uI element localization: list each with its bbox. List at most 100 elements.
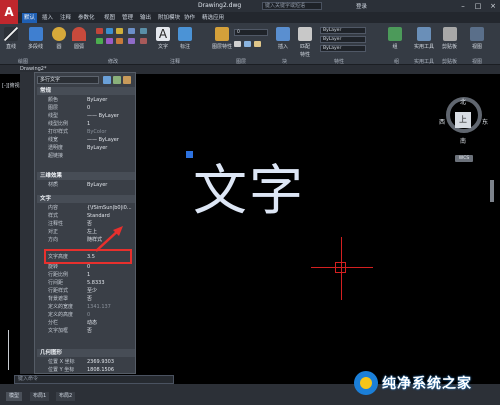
lineweight-dropdown[interactable]: ByLayer bbox=[320, 45, 366, 52]
panel-properties[interactable]: 特性 bbox=[334, 58, 344, 65]
command-input[interactable]: 键入命令 bbox=[14, 375, 174, 384]
prop-row[interactable]: 行距比例 1 bbox=[37, 271, 135, 279]
prop-row[interactable]: 图层 0 bbox=[37, 104, 135, 112]
prop-row[interactable]: 方向 随样式 bbox=[37, 236, 135, 244]
line-button[interactable]: 直线 bbox=[4, 27, 18, 50]
tab-default[interactable]: 默认 bbox=[22, 13, 38, 23]
mirror-icon[interactable] bbox=[106, 38, 113, 44]
panel-block[interactable]: 块 bbox=[282, 58, 287, 65]
tab-addins[interactable]: 附加模块 bbox=[156, 13, 182, 23]
prop-row[interactable]: 注释性 否 bbox=[37, 220, 135, 228]
arc-button[interactable]: 圆弧 bbox=[72, 27, 86, 50]
compass-east[interactable]: 东 bbox=[482, 117, 488, 126]
compass-south[interactable]: 南 bbox=[460, 136, 466, 145]
insert-button[interactable]: 插入 bbox=[276, 27, 290, 50]
tab-view[interactable]: 视图 bbox=[102, 13, 117, 23]
tab-parametric[interactable]: 参数化 bbox=[76, 13, 97, 23]
prop-value[interactable]: 否 bbox=[87, 220, 135, 228]
section-general[interactable]: 常规 bbox=[37, 87, 135, 95]
group-button[interactable]: 组 bbox=[388, 27, 402, 50]
text-grip[interactable] bbox=[186, 151, 193, 158]
prop-row[interactable]: 颜色 ByLayer bbox=[37, 96, 135, 104]
prop-row[interactable]: 定义的宽度 1341.137 bbox=[37, 303, 135, 311]
prop-value[interactable]: 1808.1506 bbox=[87, 366, 135, 374]
scrollbar-thumb[interactable] bbox=[490, 180, 494, 202]
app-menu-button[interactable]: A bbox=[0, 0, 18, 24]
panel-annotation[interactable]: 注释 bbox=[170, 58, 180, 65]
minimize-icon[interactable]: – bbox=[456, 1, 470, 11]
viewcube-top-face[interactable]: 上 bbox=[455, 112, 471, 128]
sign-in-link[interactable]: 登录 bbox=[356, 2, 367, 10]
trim-icon[interactable] bbox=[116, 28, 123, 34]
prop-value[interactable]: 否 bbox=[87, 295, 135, 303]
prop-value[interactable]: 0 bbox=[87, 263, 135, 271]
array-icon[interactable] bbox=[140, 28, 147, 34]
dimension-button[interactable]: 标注 bbox=[178, 27, 192, 50]
prop-row[interactable]: 文字加框 否 bbox=[37, 327, 135, 335]
scale-icon[interactable] bbox=[128, 38, 135, 44]
panel-draw[interactable]: 绘图 bbox=[18, 58, 28, 65]
prop-value[interactable]: {\fSimSun|b0|i0... bbox=[87, 204, 135, 212]
prop-value[interactable]: 否 bbox=[87, 327, 135, 335]
prop-row[interactable]: 线型比例 1 bbox=[37, 120, 135, 128]
prop-value[interactable]: 1 bbox=[87, 120, 135, 128]
prop-row[interactable]: 分栏 动态 bbox=[37, 319, 135, 327]
prop-value[interactable]: Standard bbox=[87, 212, 135, 220]
prop-value[interactable]: 5.8333 bbox=[87, 279, 135, 287]
clipboard-button[interactable]: 剪贴板 bbox=[442, 27, 457, 50]
view-button[interactable]: 视图 bbox=[470, 27, 484, 50]
section-geometry[interactable]: 几何图形 bbox=[37, 349, 135, 357]
layer-lock-icon[interactable] bbox=[254, 41, 261, 47]
prop-value[interactable]: 0 bbox=[87, 311, 135, 319]
quick-select-icon[interactable] bbox=[123, 76, 131, 84]
compass-north[interactable]: 北 bbox=[460, 97, 466, 106]
prop-row[interactable]: 行距样式 至少 bbox=[37, 287, 135, 295]
rotate-icon[interactable] bbox=[106, 28, 113, 34]
panel-modify[interactable]: 修改 bbox=[108, 58, 118, 65]
stretch-icon[interactable] bbox=[128, 28, 135, 34]
prop-row[interactable]: 行间距 5.8333 bbox=[37, 279, 135, 287]
compass-west[interactable]: 西 bbox=[439, 117, 445, 126]
maximize-icon[interactable]: □ bbox=[471, 1, 485, 11]
prop-value[interactable]: 左上 bbox=[87, 228, 135, 236]
color-dropdown[interactable]: ByLayer bbox=[320, 27, 366, 34]
prop-value[interactable]: 1 bbox=[87, 271, 135, 279]
tab-model[interactable]: 模型 bbox=[6, 392, 23, 401]
section-3d-effects[interactable]: 三维效果 bbox=[37, 172, 135, 180]
toggle-pickadd-icon[interactable] bbox=[103, 76, 111, 84]
prop-row[interactable]: 位置 Y 坐标 1808.1506 bbox=[37, 366, 135, 374]
tab-annotate[interactable]: 注释 bbox=[58, 13, 73, 23]
tab-output[interactable]: 输出 bbox=[138, 13, 153, 23]
copy-icon[interactable] bbox=[96, 38, 103, 44]
move-icon[interactable] bbox=[96, 28, 103, 34]
prop-value[interactable]: ByLayer bbox=[87, 181, 135, 189]
prop-row[interactable]: 旋转 0 bbox=[37, 263, 135, 271]
prop-value[interactable]: ByLayer bbox=[87, 144, 135, 152]
mtext-object[interactable]: 文字 bbox=[193, 146, 305, 225]
text-button[interactable]: A 文字 bbox=[156, 27, 170, 50]
panel-groups[interactable]: 组 bbox=[394, 58, 399, 65]
prop-row[interactable]: 位置 X 坐标 2369.9303 bbox=[37, 358, 135, 366]
search-input[interactable]: 键入关键字或短语 bbox=[262, 2, 322, 10]
prop-row[interactable]: 超链接 bbox=[37, 152, 135, 160]
vertical-scrollbar[interactable] bbox=[489, 170, 495, 375]
prop-value[interactable]: 至少 bbox=[87, 287, 135, 295]
prop-value[interactable]: 0 bbox=[87, 104, 135, 112]
prop-row[interactable]: 背景遮罩 否 bbox=[37, 295, 135, 303]
prop-row[interactable]: 线型 —— ByLayer bbox=[37, 112, 135, 120]
prop-row[interactable]: 定义的高度 0 bbox=[37, 311, 135, 319]
prop-value[interactable]: 随样式 bbox=[87, 236, 135, 244]
layer-dropdown[interactable]: 0 bbox=[234, 29, 268, 36]
tab-manage[interactable]: 管理 bbox=[120, 13, 135, 23]
prop-value[interactable]: ByColor bbox=[87, 128, 135, 136]
prop-value[interactable]: 2369.9303 bbox=[87, 358, 135, 366]
prop-row[interactable]: 打印样式 ByColor bbox=[37, 128, 135, 136]
palette-title-strip[interactable] bbox=[20, 72, 34, 374]
prop-value[interactable]: 动态 bbox=[87, 319, 135, 327]
polyline-button[interactable]: 多段线 bbox=[28, 27, 43, 50]
panel-utilities[interactable]: 实用工具 bbox=[414, 58, 434, 65]
prop-row[interactable]: 透明度 ByLayer bbox=[37, 144, 135, 152]
prop-row[interactable]: 材质 ByLayer bbox=[37, 181, 135, 189]
prop-value[interactable]: 1341.137 bbox=[87, 303, 135, 311]
object-type-dropdown[interactable]: 多行文字 bbox=[37, 76, 99, 84]
